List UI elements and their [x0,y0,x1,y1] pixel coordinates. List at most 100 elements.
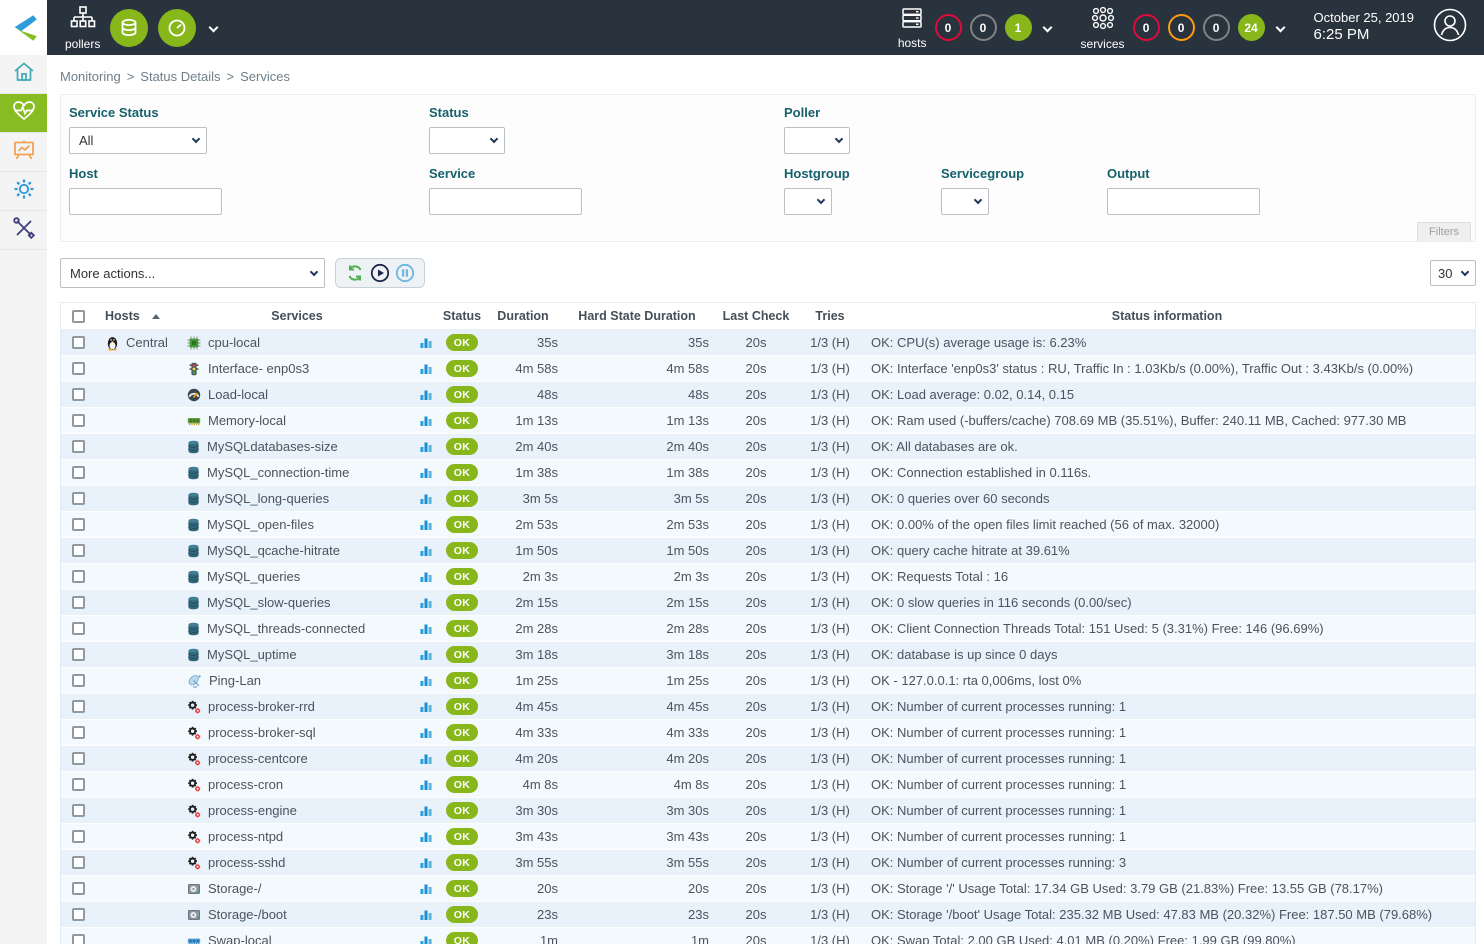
service-label[interactable]: cpu-local [208,335,260,350]
service-label[interactable]: MySQL_open-files [207,517,314,532]
pollers-menu[interactable]: pollers [65,5,100,51]
database-status-button[interactable] [110,9,148,47]
row-checkbox[interactable] [72,596,85,609]
bar-chart-icon[interactable] [419,700,433,713]
row-checkbox[interactable] [72,908,85,921]
bar-chart-icon[interactable] [419,570,433,583]
service-label[interactable]: MySQL_connection-time [207,465,349,480]
bar-chart-icon[interactable] [419,830,433,843]
bar-chart-icon[interactable] [419,362,433,375]
select-all-checkbox[interactable] [72,310,85,323]
row-checkbox[interactable] [72,830,85,843]
row-checkbox[interactable] [72,674,85,687]
row-checkbox[interactable] [72,388,85,401]
bar-chart-icon[interactable] [419,414,433,427]
bar-chart-icon[interactable] [419,440,433,453]
bar-chart-icon[interactable] [419,388,433,401]
service-label[interactable]: MySQL_long-queries [207,491,329,506]
bar-chart-icon[interactable] [419,492,433,505]
column-status-information[interactable]: Status information [859,309,1475,323]
row-checkbox[interactable] [72,544,85,557]
centreon-logo[interactable] [0,0,47,55]
service-label[interactable]: Load-local [208,387,268,402]
services-badge-red-outline[interactable]: 0 [1133,14,1160,41]
service-label[interactable]: MySQL_uptime [207,647,297,662]
row-checkbox[interactable] [72,570,85,583]
hosts-badge-red-outline[interactable]: 0 [935,14,962,41]
row-checkbox[interactable] [72,622,85,635]
services-badge-orange-outline[interactable]: 0 [1168,14,1195,41]
latency-status-button[interactable] [158,9,196,47]
bar-chart-icon[interactable] [419,544,433,557]
service-label[interactable]: MySQL_slow-queries [207,595,331,610]
services-menu[interactable]: services [1081,5,1125,51]
row-checkbox[interactable] [72,336,85,349]
host-label[interactable]: Central [126,335,168,350]
service-label[interactable]: MySQLdatabases-size [207,439,338,454]
service-label[interactable]: MySQL_threads-connected [207,621,365,636]
column-hard-state-duration[interactable]: Hard State Duration [563,309,711,323]
filters-tab[interactable]: Filters [1417,222,1471,241]
row-checkbox[interactable] [72,804,85,817]
service-label[interactable]: MySQL_queries [207,569,300,584]
services-chevron-down-icon[interactable] [1275,23,1285,33]
refresh-button[interactable] [345,263,365,283]
pause-button[interactable] [395,263,415,283]
service-label[interactable]: process-broker-rrd [208,699,315,714]
breadcrumb-monitoring[interactable]: Monitoring [60,69,121,84]
poller-select[interactable] [784,127,850,154]
row-checkbox[interactable] [72,518,85,531]
column-duration[interactable]: Duration [483,309,563,323]
column-tries[interactable]: Tries [801,309,859,323]
hosts-chevron-down-icon[interactable] [1042,23,1052,33]
bar-chart-icon[interactable] [419,934,433,944]
bar-chart-icon[interactable] [419,778,433,791]
row-checkbox[interactable] [72,882,85,895]
bar-chart-icon[interactable] [419,336,433,349]
row-checkbox[interactable] [72,752,85,765]
service-label[interactable]: Memory-local [208,413,286,428]
more-actions-select[interactable]: More actions... [60,258,325,288]
servicegroup-select[interactable] [941,188,989,215]
row-checkbox[interactable] [72,440,85,453]
service-label[interactable]: Swap-local [208,933,272,944]
page-size-select[interactable]: 30 [1430,260,1476,286]
column-services[interactable]: Services [183,309,411,323]
service-label[interactable]: process-cron [208,777,283,792]
bar-chart-icon[interactable] [419,908,433,921]
services-badge-gray-outline[interactable]: 0 [1203,14,1230,41]
column-status[interactable]: Status [441,309,483,323]
row-checkbox[interactable] [72,726,85,739]
service-label[interactable]: process-ntpd [208,829,283,844]
bar-chart-icon[interactable] [419,882,433,895]
service-label[interactable]: Ping-Lan [209,673,261,688]
service-label[interactable]: process-engine [208,803,297,818]
user-avatar[interactable] [1432,7,1468,48]
column-last-check[interactable]: Last Check [711,309,801,323]
service-input[interactable] [429,188,582,215]
row-checkbox[interactable] [72,492,85,505]
services-badge-green-filled[interactable]: 24 [1238,14,1265,41]
hosts-badge-green-filled[interactable]: 1 [1005,14,1032,41]
pollers-chevron-down-icon[interactable] [209,23,219,33]
row-checkbox[interactable] [72,362,85,375]
bar-chart-icon[interactable] [419,466,433,479]
service-label[interactable]: Storage-/boot [208,907,287,922]
row-checkbox[interactable] [72,648,85,661]
hosts-badge-gray-outline[interactable]: 0 [970,14,997,41]
bar-chart-icon[interactable] [419,752,433,765]
bar-chart-icon[interactable] [419,622,433,635]
sidebar-item-reporting[interactable] [0,133,47,172]
host-input[interactable] [69,188,222,215]
bar-chart-icon[interactable] [419,518,433,531]
service-label[interactable]: process-centcore [208,751,308,766]
bar-chart-icon[interactable] [419,856,433,869]
service-label[interactable]: process-broker-sql [208,725,316,740]
sidebar-item-administration[interactable] [0,211,47,250]
bar-chart-icon[interactable] [419,674,433,687]
breadcrumb-status-details[interactable]: Status Details [140,69,220,84]
hosts-menu[interactable]: hosts [898,6,927,50]
bar-chart-icon[interactable] [419,648,433,661]
play-button[interactable] [370,263,390,283]
hostgroup-select[interactable] [784,188,832,215]
